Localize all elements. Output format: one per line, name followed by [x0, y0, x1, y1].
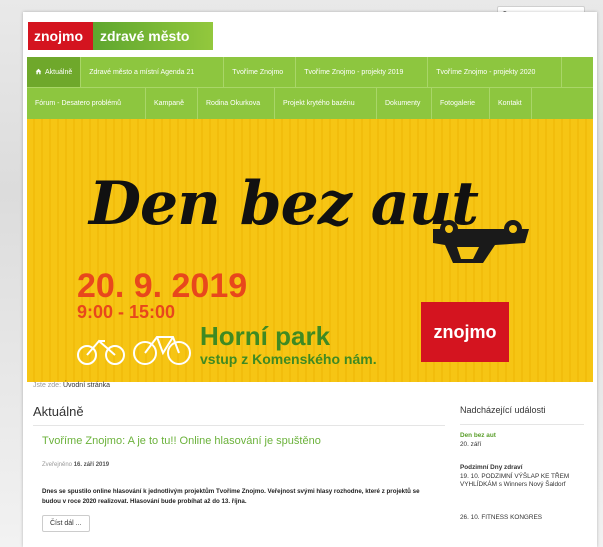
event-title[interactable]: Den bez aut [460, 432, 586, 441]
nav-item-agenda21[interactable]: Zdravé město a místní Agenda 21 [81, 57, 225, 87]
nav-row-2: Fórum - Desatero problémů Kampaně Rodina… [27, 88, 593, 119]
event-item[interactable]: Podzimní Dny zdraví 19. 10. PODZIMNÍ VÝŠ… [460, 464, 586, 490]
read-more-button[interactable]: Číst dál ... [42, 515, 90, 532]
breadcrumb: Jste zde: Úvodní stránka [33, 382, 110, 389]
page-title: Aktuálně [33, 404, 84, 419]
page-container: znojmo zdravé město Aktuálně Zdravé měst… [23, 12, 597, 547]
logo-znojmo: znojmo [28, 22, 93, 50]
article-meta: Zveřejněno 16. září 2019 [42, 462, 109, 468]
banner-place: Horní park [200, 321, 331, 351]
nav-item-projekty-2020[interactable]: Tvoříme Znojmo - projekty 2020 [428, 57, 563, 87]
nav-item-dokumenty[interactable]: Dokumenty [377, 88, 432, 119]
main-navigation: Aktuálně Zdravé město a místní Agenda 21… [27, 57, 593, 119]
upside-down-car-icon [433, 220, 529, 263]
nav-item-forum[interactable]: Fórum - Desatero problémů [27, 88, 146, 119]
divider [460, 424, 584, 425]
home-icon [35, 68, 42, 77]
site-logo[interactable]: znojmo zdravé město [28, 22, 213, 50]
nav-item-aktualne[interactable]: Aktuálně [27, 57, 82, 87]
banner-date: 20. 9. 2019 [77, 267, 248, 305]
bicycle-icon [77, 336, 191, 365]
article-title-link[interactable]: Tvoříme Znojmo: A je to tu!! Online hlas… [42, 435, 321, 447]
nav-item-rodina-okurkova[interactable]: Rodina Okurkova [198, 88, 275, 119]
nav-item-kampane[interactable]: Kampaně [146, 88, 198, 119]
breadcrumb-current[interactable]: Úvodní stránka [63, 382, 110, 389]
banner-znojmo-logo: znojmo [421, 302, 509, 362]
nav-item-projekty-2019[interactable]: Tvoříme Znojmo - projekty 2019 [296, 57, 429, 87]
banner-title: Den bez aut [89, 169, 479, 239]
event-item[interactable]: Den bez aut 20. září [460, 432, 586, 449]
nav-row-1: Aktuálně Zdravé město a místní Agenda 21… [27, 57, 593, 88]
event-banner[interactable]: Den bez aut 20. 9. 2019 9:00 - 15:00 Hor… [27, 119, 593, 382]
banner-time: 9:00 - 15:00 [77, 302, 176, 322]
sidebar-heading: Nadcházející události [460, 405, 546, 415]
logo-zdrave-mesto: zdravé město [93, 22, 213, 50]
event-item[interactable]: 26. 10. FITNESS KONGRES [460, 514, 586, 523]
nav-label: Aktuálně [45, 68, 73, 76]
divider [33, 425, 445, 426]
nav-item-tvorime-znojmo[interactable]: Tvoříme Znojmo [224, 57, 297, 87]
nav-item-kontakt[interactable]: Kontakt [490, 88, 532, 119]
article-date: 16. září 2019 [73, 462, 110, 468]
event-detail: 19. 10. PODZIMNÍ VÝŠLAP KE TŘEM VYHLÍDKÁ… [460, 472, 570, 489]
breadcrumb-prefix: Jste zde: [33, 382, 62, 389]
article-text: Dnes se spustilo online hlasování k jedn… [42, 488, 420, 505]
banner-entrance: vstup z Komenského nám. [200, 351, 377, 367]
nav-item-bazen[interactable]: Projekt krytého bazénu [275, 88, 377, 119]
event-title[interactable]: Podzimní Dny zdraví [460, 464, 586, 473]
article-meta-prefix: Zveřejněno [42, 462, 73, 468]
nav-item-fotogalerie[interactable]: Fotogalerie [432, 88, 490, 119]
event-detail: 20. září [460, 440, 482, 448]
event-detail: 26. 10. FITNESS KONGRES [460, 514, 543, 521]
